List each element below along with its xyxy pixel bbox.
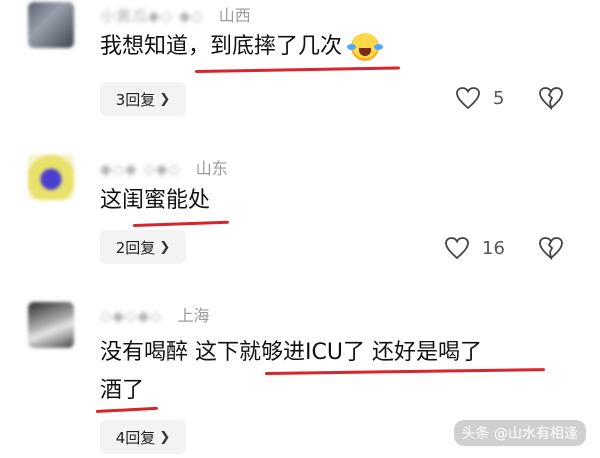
heart-icon: [445, 237, 469, 260]
watermark: 头条 @山水有相逢: [453, 420, 586, 446]
reply-count-button[interactable]: 3回复 ❯: [100, 82, 186, 116]
reply-count-button[interactable]: 2回复 ❯: [100, 230, 186, 264]
like-count: 16: [482, 237, 505, 259]
heart-icon: [456, 87, 480, 110]
avatar[interactable]: [28, 2, 74, 48]
comment-item: ◆◇◆ ◇◆◇ 山东 这闺蜜能处 2回复 ❯ 16: [0, 150, 600, 280]
username[interactable]: ◇◆◇◆◇: [100, 307, 163, 325]
broken-heart-icon[interactable]: [538, 236, 564, 260]
like-count: 5: [493, 87, 505, 109]
location-label: 上海: [177, 306, 210, 325]
red-underline: [132, 220, 229, 227]
comment-meta: ◇◆◇◆◇ 上海: [100, 302, 209, 326]
broken-heart-icon[interactable]: [538, 86, 564, 110]
chevron-down-icon: ❯: [159, 429, 171, 445]
like-button[interactable]: 5: [455, 86, 504, 110]
location-label: 山东: [195, 159, 228, 178]
comment-text: 这闺蜜能处: [100, 188, 211, 213]
chevron-down-icon: ❯: [159, 91, 171, 107]
red-underline: [194, 66, 400, 73]
location-label: 山西: [218, 6, 251, 25]
comment-meta: ◆◇◆ ◇◆◇ 山东: [100, 155, 228, 179]
rofl-emoji-icon: [347, 33, 384, 61]
avatar[interactable]: [28, 154, 74, 200]
like-button[interactable]: 16: [444, 236, 505, 260]
chevron-down-icon: ❯: [159, 239, 171, 255]
comment-item: 小黄瓜◆◇ ◆◇ 山西 我想知道，到底摔了几次 3回复 ❯ 5: [0, 0, 600, 130]
avatar[interactable]: [28, 302, 74, 348]
comment-text: 我想知道，到底摔了几次: [100, 28, 384, 66]
reply-count-button[interactable]: 4回复 ❯: [100, 420, 186, 454]
username[interactable]: 小黄瓜◆◇ ◆◇: [100, 5, 204, 26]
username[interactable]: ◆◇◆ ◇◆◇: [100, 160, 181, 178]
comment-meta: 小黄瓜◆◇ ◆◇ 山西: [100, 2, 251, 26]
